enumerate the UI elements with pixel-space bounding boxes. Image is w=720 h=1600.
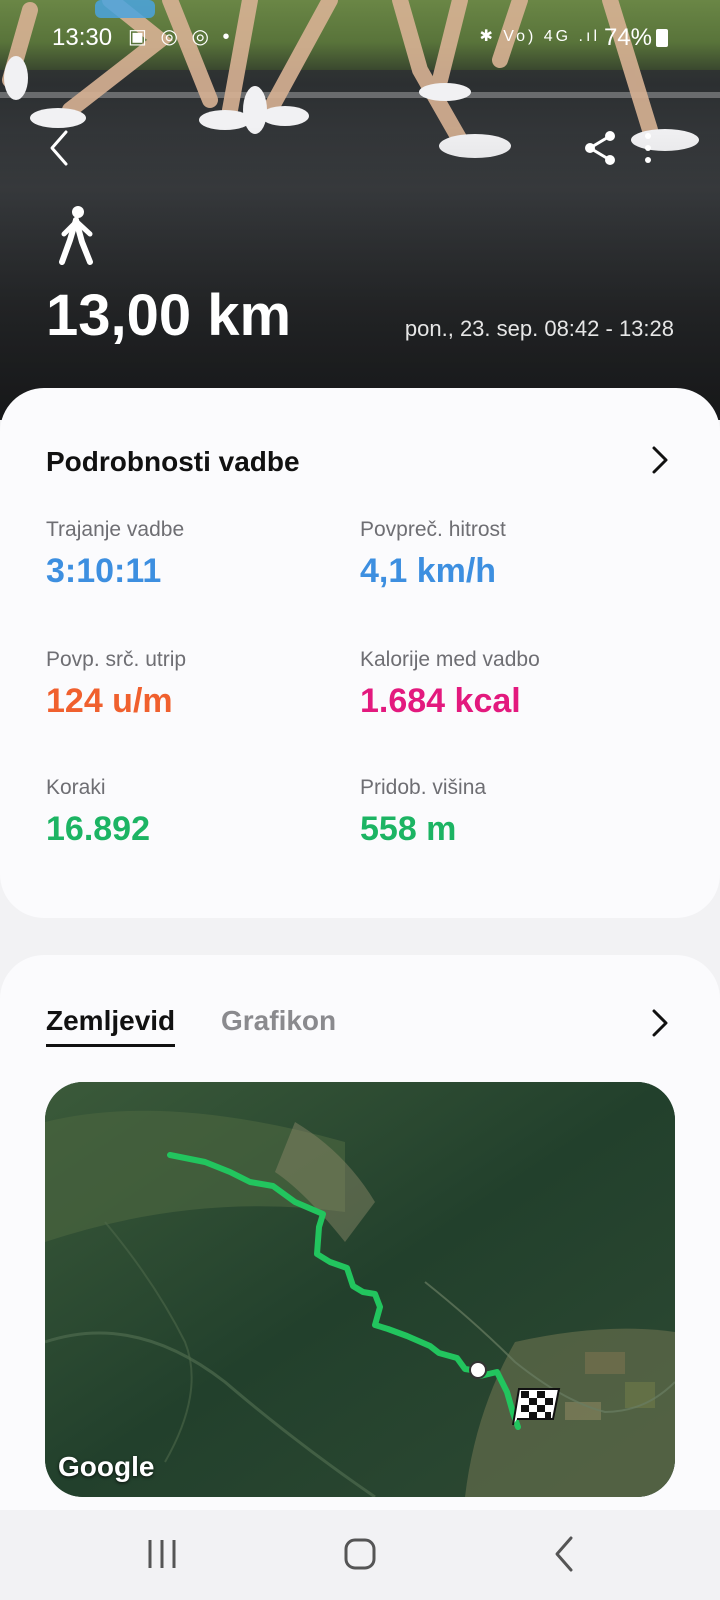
route-card: Zemljevid Grafikon Google [0, 955, 720, 1535]
stat-value: 124 u/m [46, 682, 173, 720]
status-time: 13:30 [52, 24, 113, 51]
notification-icons: ▣ ◎ ◎ • [128, 26, 234, 48]
chevron-left-icon [50, 130, 68, 166]
details-expand-button[interactable] [640, 440, 680, 480]
checkered-flag-icon [512, 1388, 561, 1426]
stat-label: Kalorije med vadbo [360, 648, 540, 671]
stat-label: Povp. srč. utrip [46, 648, 187, 671]
home-button[interactable] [330, 1530, 390, 1580]
map-expand-button[interactable] [640, 1003, 680, 1043]
tab-map[interactable]: Zemljevid [46, 1005, 176, 1047]
workout-date-range: pon., 23. sep. 08:42 - 13:28 [404, 316, 674, 341]
system-back-button[interactable] [535, 1530, 595, 1580]
tab-chart[interactable]: Grafikon [221, 1005, 336, 1037]
hero-header [0, 0, 720, 420]
back-arrow-icon [555, 1536, 573, 1572]
total-distance: 13,00 km [46, 283, 292, 348]
stat-label: Koraki [46, 776, 106, 799]
start-marker [469, 1361, 487, 1379]
stat-value: 1.684 kcal [360, 682, 521, 720]
google-attribution: Google [58, 1451, 155, 1482]
stat-label: Povpreč. hitrost [360, 518, 506, 541]
stat-duration: Trajanje vadbe 3:10:11 [46, 518, 346, 591]
status-bar: 13:30 ▣ ◎ ◎ • ✱ Vo) 4G .ıl 74% [0, 22, 720, 58]
chevron-right-icon [652, 1009, 668, 1037]
stat-label: Trajanje vadbe [46, 518, 185, 541]
stat-value: 558 m [360, 810, 457, 848]
battery-icon [656, 29, 668, 47]
back-button[interactable] [40, 126, 84, 170]
stat-avg-heart-rate: Povp. srč. utrip 124 u/m [46, 648, 346, 721]
details-title: Podrobnosti vadbe [46, 446, 300, 477]
connectivity-icons: ✱ Vo) 4G .ıl [479, 28, 600, 45]
stat-calories: Kalorije med vadbo 1.684 kcal [360, 648, 660, 721]
more-vertical-icon [645, 133, 651, 163]
share-button[interactable] [580, 126, 624, 170]
stat-steps: Koraki 16.892 [46, 776, 346, 849]
stat-value: 4,1 km/h [360, 552, 497, 590]
recent-apps-icon [148, 1540, 176, 1568]
satellite-map-image [45, 1082, 675, 1497]
chevron-right-icon [652, 446, 668, 474]
stat-avg-speed: Povpreč. hitrost 4,1 km/h [360, 518, 660, 591]
stat-value: 16.892 [46, 810, 150, 848]
recent-apps-button[interactable] [132, 1530, 192, 1580]
workout-detail-screen: 13:30 ▣ ◎ ◎ • ✱ Vo) 4G .ıl 74% 13,00 km … [0, 0, 720, 1600]
home-icon [344, 1538, 376, 1570]
battery-percent: 74% [603, 24, 652, 51]
stat-elevation-gain: Pridob. višina 558 m [360, 776, 660, 849]
stat-label: Pridob. višina [360, 776, 487, 799]
system-navigation-bar [0, 1510, 720, 1600]
route-map[interactable]: Google [45, 1082, 675, 1497]
hero-shade-overlay [0, 0, 720, 420]
workout-details-card: Podrobnosti vadbe Trajanje vadbe 3:10:11… [0, 388, 720, 918]
battery-indicator: 74% [604, 24, 668, 52]
more-options-button[interactable] [638, 126, 682, 170]
walk-icon [59, 206, 93, 265]
stat-value: 3:10:11 [46, 552, 162, 590]
share-icon [585, 131, 615, 165]
